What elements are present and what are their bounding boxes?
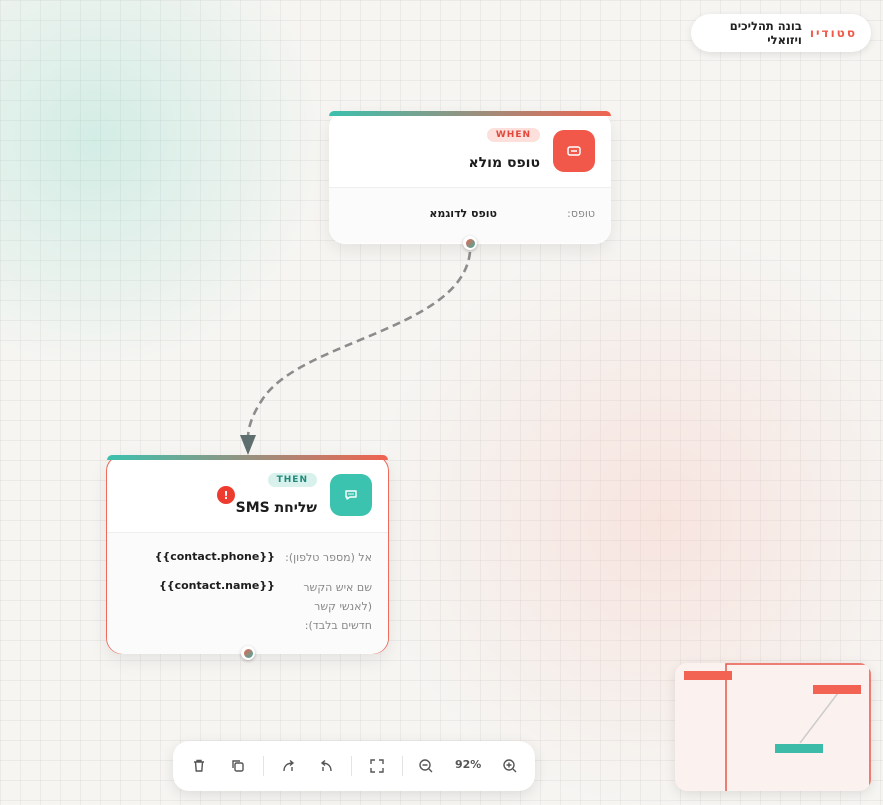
output-port[interactable] bbox=[241, 646, 255, 660]
edge-arrowhead bbox=[240, 435, 256, 455]
zoom-in-icon[interactable] bbox=[498, 754, 522, 778]
action-node[interactable]: THEN שליחת SMS ! אל (מספר טלפון): {{cont… bbox=[106, 455, 389, 660]
trigger-node[interactable]: WHEN טופס מולא טופס: טופס לדוגמא bbox=[329, 111, 611, 250]
form-field-label: טופס: bbox=[567, 207, 595, 220]
action-node-body: אל (מספר טלפון): {{contact.phone}} שם אי… bbox=[107, 533, 388, 654]
name-field-label-line2: (לאנשי קשר bbox=[314, 600, 372, 613]
undo-icon[interactable] bbox=[277, 754, 301, 778]
redo-icon[interactable] bbox=[314, 754, 338, 778]
error-icon[interactable]: ! bbox=[217, 486, 235, 504]
message-icon bbox=[330, 474, 372, 516]
name-field-label-line3: חדשים בלבד): bbox=[304, 619, 372, 632]
name-field-label-line1: שם איש הקשר bbox=[303, 581, 372, 594]
trigger-node-header: WHEN טופס מולא bbox=[329, 111, 611, 188]
connection-edge[interactable] bbox=[246, 251, 472, 439]
phone-field-label: אל (מספר טלפון): bbox=[285, 551, 372, 564]
minimap-viewport[interactable] bbox=[725, 663, 871, 791]
minimap-node bbox=[684, 671, 732, 680]
zoom-level: 92% bbox=[455, 758, 482, 771]
minimap-node bbox=[813, 685, 861, 694]
trigger-node-body: טופס: טופס לדוגמא bbox=[329, 188, 611, 243]
toolbar-separator bbox=[402, 756, 403, 776]
action-title: שליחת SMS bbox=[235, 500, 317, 516]
action-node-header: THEN שליחת SMS ! bbox=[107, 456, 388, 533]
toolbar-separator bbox=[351, 756, 352, 776]
trash-icon[interactable] bbox=[187, 754, 211, 778]
minimap-edge bbox=[799, 692, 839, 744]
canvas-toolbar: 92% bbox=[173, 741, 535, 791]
then-badge: THEN bbox=[267, 473, 317, 487]
phone-field-value: {{contact.phone}} bbox=[154, 550, 275, 563]
output-port[interactable] bbox=[463, 236, 477, 250]
when-badge: WHEN bbox=[486, 128, 540, 142]
form-field-value: טופס לדוגמא bbox=[429, 207, 497, 220]
zoom-out-icon[interactable] bbox=[414, 754, 438, 778]
duplicate-icon[interactable] bbox=[226, 754, 250, 778]
minimap-node bbox=[775, 744, 823, 753]
fit-view-icon[interactable] bbox=[365, 754, 389, 778]
minimap-canvas bbox=[684, 663, 871, 791]
trigger-title: טופס מולא bbox=[468, 155, 540, 171]
toolbar-separator bbox=[263, 756, 264, 776]
minimap[interactable] bbox=[675, 663, 871, 791]
name-field-value: {{contact.name}} bbox=[158, 579, 275, 592]
form-icon bbox=[553, 130, 595, 172]
